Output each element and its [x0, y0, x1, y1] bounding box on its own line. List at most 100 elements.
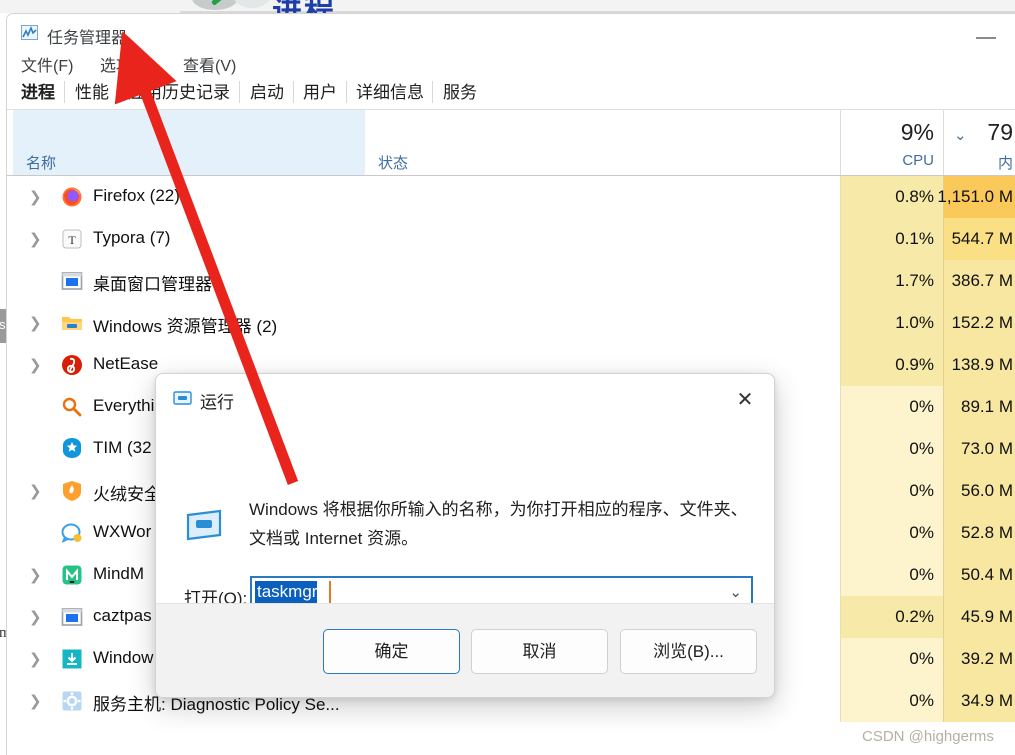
cancel-button[interactable]: 取消 [471, 629, 608, 674]
process-memory-value: 73.0 M [961, 439, 1013, 458]
process-name-label: Window [93, 648, 154, 667]
run-dialog-footer: 确定 取消 浏览(B)... [156, 603, 774, 697]
chevron-right-icon[interactable]: ❯ [29, 692, 42, 710]
process-memory-value: 1,151.0 M [937, 187, 1013, 206]
process-memory-cell: 45.9 M [943, 596, 1015, 638]
text-caret [329, 581, 331, 604]
cpu-total-value: 9% [900, 119, 934, 145]
process-memory-cell: 50.4 M [943, 554, 1015, 596]
run-dialog-titlebar: 运行 ✕ [156, 374, 774, 423]
run-dialog: 运行 ✕ Windows 将根据你所输入的名称，为你打开相应的程序、文件夹、文档… [155, 373, 775, 698]
process-cpu-value: 0% [909, 565, 934, 584]
screenshot-root: 进程 s m 任务管理器 文件(F) 选项(O) 查看(V) 进程 性能 应用历… [0, 0, 1015, 755]
process-cpu-value: 0% [909, 481, 934, 500]
table-row[interactable]: ❯ Windows 资源管理器 (2) 1.0% 152.2 M [7, 302, 1015, 344]
svg-text:T: T [68, 233, 76, 247]
process-memory-cell: 34.9 M [943, 680, 1015, 722]
process-memory-cell: 138.9 M [943, 344, 1015, 386]
table-row[interactable]: ❯ T Typora (7) 0.1% 544.7 M [7, 218, 1015, 260]
run-large-icon [182, 505, 226, 543]
menu-file[interactable]: 文件(F) [21, 52, 73, 76]
close-icon[interactable]: ✕ [728, 384, 762, 414]
process-memory-cell: 386.7 M [943, 260, 1015, 302]
process-name-cell[interactable]: ❯ Windows 资源管理器 (2) [13, 302, 840, 344]
chevron-right-icon[interactable]: ❯ [29, 314, 42, 332]
tab-startup[interactable]: 启动 [246, 78, 288, 103]
process-cpu-cell: 0% [840, 386, 943, 428]
process-cpu-cell: 0% [840, 638, 943, 680]
process-cpu-cell: 0% [840, 554, 943, 596]
gear-icon [61, 690, 83, 712]
process-cpu-cell: 0.1% [840, 218, 943, 260]
process-memory-value: 34.9 M [961, 691, 1013, 710]
process-name-cell[interactable]: ❯ Firefox (22) [13, 176, 840, 218]
process-name-label: Windows 资源管理器 (2) [93, 317, 278, 336]
process-cpu-value: 0.1% [895, 229, 934, 248]
process-cpu-value: 0% [909, 649, 934, 668]
chevron-right-icon[interactable]: ❯ [29, 356, 42, 374]
chart-icon [21, 25, 38, 40]
table-row[interactable]: ❯ Firefox (22) 0.8% 1,151.0 M [7, 176, 1015, 218]
tab-app-history[interactable]: 应用历史记录 [124, 78, 234, 103]
typora-icon: T [61, 228, 83, 250]
process-memory-value: 45.9 M [961, 607, 1013, 626]
column-header-memory-label: 内 [997, 155, 1013, 172]
process-memory-cell: 89.1 M [943, 386, 1015, 428]
process-cpu-cell: 0.2% [840, 596, 943, 638]
process-memory-cell: 544.7 M [943, 218, 1015, 260]
menu-options[interactable]: 选项(O) [100, 52, 155, 76]
chevron-right-icon[interactable]: ❯ [29, 188, 42, 206]
chevron-right-icon[interactable]: ❯ [29, 650, 42, 668]
tab-users[interactable]: 用户 [299, 78, 341, 103]
mindmaster-icon [61, 564, 83, 586]
process-memory-value: 39.2 M [961, 649, 1013, 668]
folder-icon [61, 312, 83, 334]
tab-strip: 进程 性能 应用历史记录 启动 用户 详细信息 服务 [7, 78, 1015, 110]
process-name-cell[interactable]: 桌面窗口管理器 [13, 260, 840, 302]
chevron-right-icon[interactable]: ❯ [29, 608, 42, 626]
process-name-label: Typora (7) [93, 228, 171, 247]
window-titlebar: 任务管理器 [7, 14, 1015, 52]
memory-total-value: 79 [987, 119, 1013, 145]
process-cpu-value: 0% [909, 439, 934, 458]
tab-processes[interactable]: 进程 [17, 78, 59, 103]
tim-icon [61, 438, 83, 460]
run-dialog-body: Windows 将根据你所输入的名称，为你打开相应的程序、文件夹、文档或 Int… [156, 423, 774, 608]
column-header-row: 名称 状态 9% CPU 79 内 ⌄ [7, 110, 1015, 176]
process-name-label: 桌面窗口管理器 [93, 275, 212, 294]
process-cpu-value: 0% [909, 691, 934, 710]
background-left-tab-label: s [0, 317, 6, 332]
column-header-status-label: 状态 [378, 155, 409, 172]
tab-performance[interactable]: 性能 [71, 78, 113, 103]
update-icon [61, 648, 83, 670]
process-memory-value: 386.7 M [951, 271, 1013, 290]
chevron-right-icon[interactable]: ❯ [29, 482, 42, 500]
process-memory-value: 138.9 M [951, 355, 1013, 374]
process-memory-value: 152.2 M [951, 313, 1013, 332]
column-header-name[interactable]: 名称 [13, 110, 365, 175]
process-memory-value: 56.0 M [961, 481, 1013, 500]
browse-button[interactable]: 浏览(B)... [620, 629, 757, 674]
process-memory-cell: 56.0 M [943, 470, 1015, 512]
column-header-cpu-label: CPU [902, 152, 934, 169]
run-dialog-description: Windows 将根据你所输入的名称，为你打开相应的程序、文件夹、文档或 Int… [249, 500, 748, 548]
run-dialog-title: 运行 [200, 393, 234, 412]
ok-button[interactable]: 确定 [323, 629, 460, 674]
chevron-down-icon[interactable]: ⌄ [729, 583, 742, 601]
firefox-icon [61, 186, 83, 208]
tab-details[interactable]: 详细信息 [352, 78, 428, 103]
chevron-right-icon[interactable]: ❯ [29, 566, 42, 584]
process-cpu-cell: 0.9% [840, 344, 943, 386]
table-row[interactable]: 桌面窗口管理器 1.7% 386.7 M [7, 260, 1015, 302]
chevron-right-icon[interactable]: ❯ [29, 230, 42, 248]
process-name-cell[interactable]: ❯ T Typora (7) [13, 218, 840, 260]
window-icon [61, 606, 83, 628]
process-cpu-cell: 1.0% [840, 302, 943, 344]
column-header-cpu[interactable]: 9% CPU [840, 110, 943, 175]
minimize-button[interactable] [976, 31, 998, 44]
column-header-status[interactable]: 状态 [365, 110, 840, 175]
process-name-label: WXWor [93, 522, 152, 541]
menu-view[interactable]: 查看(V) [183, 52, 236, 76]
process-cpu-cell: 0% [840, 428, 943, 470]
tab-services[interactable]: 服务 [439, 78, 481, 103]
